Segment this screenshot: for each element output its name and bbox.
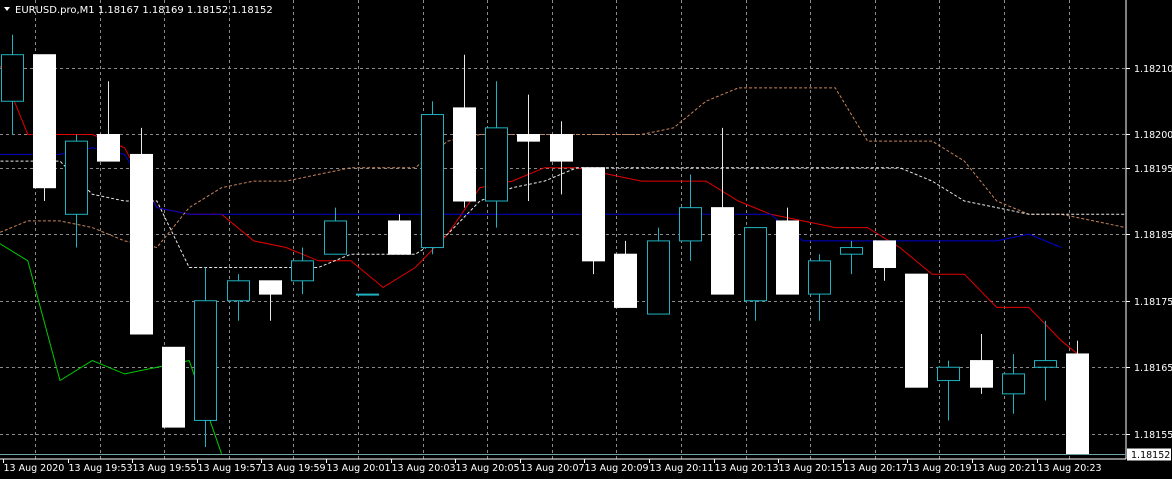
candle-body-bullish	[324, 220, 347, 255]
time-tick-label: 13 Aug 20:03	[392, 463, 456, 474]
candle-body-bullish	[679, 207, 702, 242]
candle-body-bearish	[453, 107, 476, 202]
candle-body-bearish	[162, 346, 185, 428]
candle-body-bullish	[808, 260, 831, 295]
time-tick-label: 13 Aug 20:19	[908, 463, 972, 474]
candle-body-bearish	[1066, 353, 1089, 455]
time-tick-label: 13 Aug 20:21	[973, 463, 1037, 474]
time-tick-label: 13 Aug 20:01	[327, 463, 391, 474]
time-tick-label: 13 Aug 19:53	[69, 463, 133, 474]
current-price-label: 1.18152	[1131, 450, 1170, 461]
candle[interactable]	[1066, 340, 1089, 455]
time-tick-label: 13 Aug 20:09	[585, 463, 649, 474]
time-tick-label: 13 Aug 20:23	[1038, 463, 1102, 474]
price-tick-label: 1.18200	[1134, 130, 1172, 141]
candle-body-bearish	[970, 360, 993, 388]
price-tick-label: 1.18165	[1134, 363, 1172, 374]
candle[interactable]	[421, 101, 444, 255]
time-tick-label: 13 Aug 2020	[4, 463, 65, 474]
time-tick-label: 13 Aug 20:05	[456, 463, 520, 474]
candle-body-bearish	[550, 134, 573, 162]
candle-body-bullish	[937, 366, 960, 382]
candle-body-bullish	[1, 54, 24, 102]
candle-body-bearish	[517, 134, 540, 142]
candle-body-bullish	[356, 293, 379, 296]
candle-body-bearish	[130, 153, 153, 335]
candle-body-bullish	[65, 140, 88, 215]
candle-body-bullish	[1002, 373, 1025, 395]
time-tick-label: 13 Aug 20:17	[844, 463, 908, 474]
candle[interactable]	[582, 167, 605, 275]
price-chart[interactable]: 1.18210 1.18200 1.18195 1.18185 1.18175 1.181…	[0, 0, 1172, 479]
candle-body-bearish	[97, 134, 120, 162]
price-tick-label: 1.18195	[1134, 164, 1172, 175]
candle-body-bearish	[711, 207, 734, 295]
candle-body-bullish	[194, 300, 217, 421]
candle[interactable]	[905, 273, 928, 388]
price-tick-label: 1.18175	[1134, 297, 1172, 308]
time-tick-label: 13 Aug 19:59	[262, 463, 326, 474]
candle-body-bullish	[291, 260, 314, 282]
price-tick-label: 1.18155	[1134, 430, 1172, 441]
candle-body-bullish	[840, 247, 863, 255]
time-tick-label: 13 Aug 19:55	[133, 463, 197, 474]
candle[interactable]	[162, 346, 185, 428]
candle-body-bearish	[388, 220, 411, 255]
candle-body-bullish	[227, 280, 250, 302]
time-tick-label: 13 Aug 20:15	[779, 463, 843, 474]
time-tick-label: 13 Aug 19:57	[198, 463, 262, 474]
candle-body-bearish	[614, 253, 637, 308]
candle-body-bullish	[421, 114, 444, 249]
price-tick-label: 1.18210	[1134, 64, 1172, 75]
candle[interactable]	[647, 227, 670, 315]
candle-body-bullish	[647, 240, 670, 315]
candle[interactable]	[130, 127, 153, 335]
chart-window[interactable]: 1.18210 1.18200 1.18195 1.18185 1.18175 1.181…	[0, 0, 1172, 479]
candle-body-bullish	[744, 227, 767, 302]
time-tick-label: 13 Aug 20:13	[715, 463, 779, 474]
candle-body-bearish	[259, 280, 282, 295]
candle-body-bearish	[905, 273, 928, 388]
candle-body-bearish	[582, 167, 605, 262]
candle-body-bearish	[873, 240, 896, 268]
time-tick-label: 13 Aug 20:07	[521, 463, 585, 474]
price-tick-label: 1.18185	[1134, 230, 1172, 241]
candle[interactable]	[33, 54, 56, 201]
candle-body-bullish	[1034, 360, 1057, 368]
chart-title: EURUSD.pro,M1 1.18167 1.18169 1.18152 1.…	[15, 5, 273, 16]
time-tick-label: 13 Aug 20:11	[650, 463, 714, 474]
candle-body-bullish	[485, 127, 508, 202]
candle-body-bearish	[776, 220, 799, 295]
candle-body-bearish	[33, 54, 56, 189]
candle[interactable]	[776, 207, 799, 295]
candle[interactable]	[356, 293, 379, 296]
